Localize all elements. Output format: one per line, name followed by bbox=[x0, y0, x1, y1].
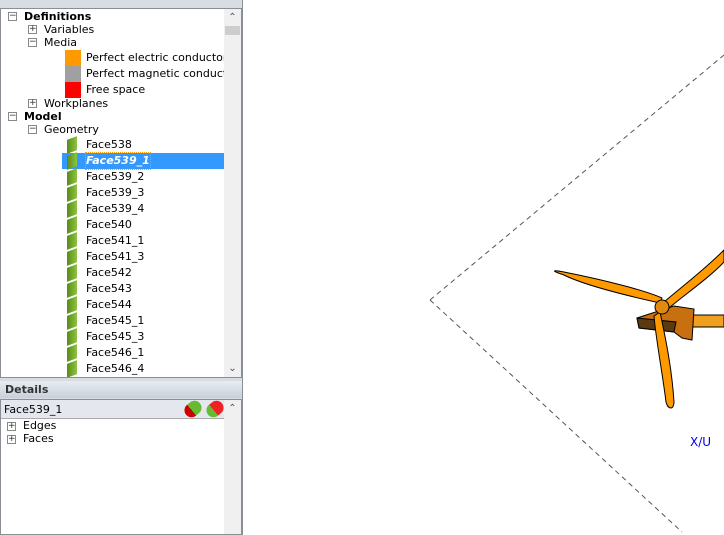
collapse-icon[interactable]: − bbox=[28, 125, 37, 134]
collapse-icon[interactable]: − bbox=[8, 112, 17, 121]
hide-icon[interactable] bbox=[203, 397, 227, 421]
face-icon bbox=[67, 312, 77, 330]
face-icon bbox=[67, 184, 77, 202]
details-scrollbar[interactable]: ⌃ bbox=[224, 400, 241, 534]
tree-item-face[interactable]: Face539_1 bbox=[85, 152, 151, 170]
details-panel: Face539_1 + Edges + Faces ⌃ bbox=[0, 397, 242, 535]
face-icon bbox=[67, 344, 77, 362]
tree-item-face[interactable]: Face546_1 bbox=[86, 345, 144, 361]
tree-item-face[interactable]: Face545_3 bbox=[86, 329, 144, 345]
details-item[interactable]: Edges bbox=[23, 419, 56, 432]
tree-item-medium[interactable]: Perfect electric conductor bbox=[86, 50, 227, 66]
expand-icon[interactable]: + bbox=[28, 99, 37, 108]
details-name-bar: Face539_1 bbox=[1, 397, 227, 421]
tree-item-face[interactable]: Face541_1 bbox=[86, 233, 144, 249]
face-icon bbox=[67, 200, 77, 218]
tree-item-face[interactable]: Face545_1 bbox=[86, 313, 144, 329]
expand-icon[interactable]: + bbox=[7, 422, 16, 431]
expand-icon[interactable]: + bbox=[7, 435, 16, 444]
wind-turbine-model bbox=[554, 249, 724, 409]
tree-scrollbar[interactable]: ⌃ ⌄ bbox=[224, 9, 241, 377]
tree-item-face[interactable]: Face542 bbox=[86, 265, 132, 281]
face-icon bbox=[67, 232, 77, 250]
tree-item-face[interactable]: Face541_3 bbox=[86, 249, 144, 265]
details-selected-name: Face539_1 bbox=[4, 403, 63, 416]
left-panel: − Definitions + Variables − Media Perfect elec… bbox=[0, 0, 243, 535]
face-icon bbox=[67, 248, 77, 266]
scroll-thumb[interactable] bbox=[225, 26, 240, 35]
face-icon bbox=[67, 168, 77, 186]
show-icon[interactable] bbox=[181, 397, 205, 421]
model-tree: − Definitions + Variables − Media Perfect elec… bbox=[0, 8, 242, 378]
tree-item-geometry[interactable]: Geometry bbox=[44, 122, 99, 138]
tree-item-face[interactable]: Face546_4 bbox=[86, 361, 144, 377]
3d-viewport[interactable]: X/U bbox=[244, 0, 724, 535]
collapse-icon[interactable]: − bbox=[28, 38, 37, 47]
tree-item-face[interactable]: Face539_3 bbox=[86, 185, 144, 201]
axis-label: X/U bbox=[690, 435, 711, 449]
face-icon bbox=[67, 216, 77, 234]
tree-item-face[interactable]: Face538 bbox=[86, 137, 132, 153]
face-icon bbox=[67, 280, 77, 298]
tree-item-medium[interactable]: Perfect magnetic conductor bbox=[86, 66, 238, 82]
face-icon bbox=[67, 296, 77, 314]
details-header: Details bbox=[0, 381, 242, 398]
face-icon bbox=[67, 360, 77, 377]
face-icon bbox=[67, 328, 77, 346]
tree-item-face[interactable]: Face544 bbox=[86, 297, 132, 313]
media-color-swatch bbox=[65, 66, 81, 82]
details-item[interactable]: Faces bbox=[23, 432, 54, 445]
tree-item-face[interactable]: Face539_4 bbox=[86, 201, 144, 217]
media-color-swatch bbox=[65, 50, 81, 66]
tree-item-face[interactable]: Face543 bbox=[86, 281, 132, 297]
collapse-icon[interactable]: − bbox=[8, 12, 17, 21]
tree-item-face[interactable]: Face539_2 bbox=[86, 169, 144, 185]
face-icon bbox=[67, 136, 77, 154]
tree-item-media[interactable]: Media bbox=[44, 35, 77, 51]
face-icon bbox=[67, 264, 77, 282]
expand-icon[interactable]: + bbox=[28, 25, 37, 34]
tree-item-face[interactable]: Face540 bbox=[86, 217, 132, 233]
